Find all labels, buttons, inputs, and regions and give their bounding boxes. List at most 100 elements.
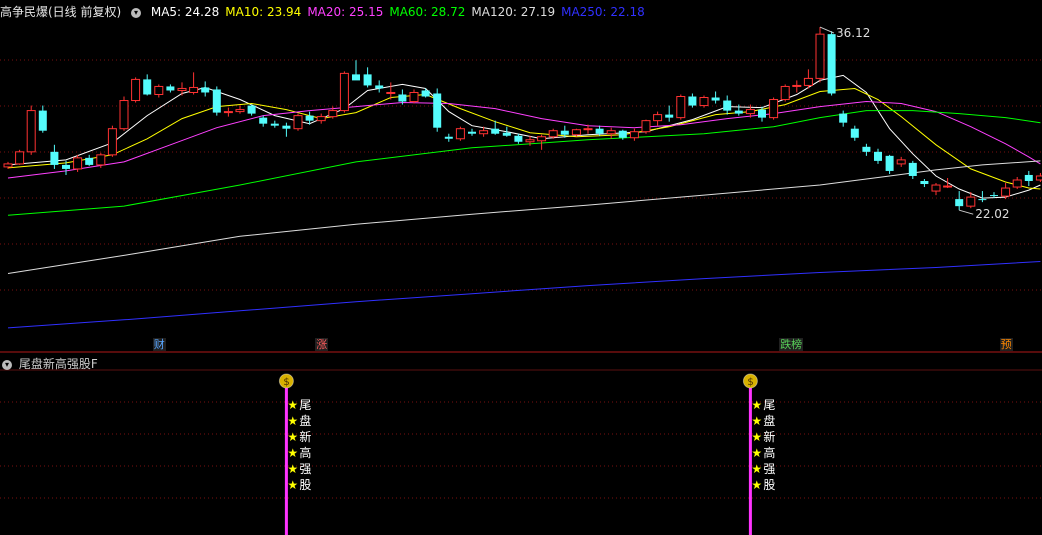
high-price-label: 36.12 <box>836 26 870 40</box>
candle-body <box>595 128 604 134</box>
candle-body <box>978 199 987 201</box>
low-pointer <box>959 209 974 215</box>
candle-body <box>571 129 581 136</box>
candle-body <box>525 139 535 143</box>
candle-body <box>62 164 70 169</box>
star-icon: ★ <box>287 398 298 412</box>
ma-legend-item: MA20: 25.15 <box>307 5 384 19</box>
candle-body <box>433 93 442 128</box>
ma-legend-item: MA60: 28.72 <box>389 5 466 19</box>
indicator-title-bar: ▾ 尾盘新高强股F <box>2 355 98 372</box>
star-icon: ★ <box>287 430 298 444</box>
candle-body <box>270 123 279 126</box>
candle-body <box>548 130 558 138</box>
candle-body <box>154 85 164 95</box>
candle-body <box>745 109 755 115</box>
candle-body <box>920 181 929 185</box>
candle-body <box>166 86 175 91</box>
candle-body <box>293 115 303 130</box>
signal-char: 强 <box>299 462 311 476</box>
candle-body <box>734 110 743 114</box>
money-bag-symbol: $ <box>283 377 289 388</box>
candle-body <box>38 110 47 131</box>
event-tag[interactable]: 跌榜 <box>779 338 804 351</box>
candle-body <box>676 96 686 119</box>
ma-legend-item: MA120: 27.19 <box>471 5 556 19</box>
chevron-down-icon[interactable]: ▾ <box>2 359 12 370</box>
candle-body <box>212 89 221 113</box>
candle-body <box>606 130 616 135</box>
signal-char: 盘 <box>763 413 775 428</box>
candle-body <box>15 151 25 165</box>
star-icon: ★ <box>287 462 298 476</box>
candle-body <box>444 136 453 139</box>
chart-canvas: 36.1222.02 $★ 尾★ 盘★ 新★ 高★ 强★ 股$★ 尾★ 盘★ 新★ 高★ 强★ 股 <box>0 26 1042 535</box>
ma-legend-item: MA250: 22.18 <box>561 5 645 19</box>
signal-char: 新 <box>299 429 311 444</box>
ma-legend-item: MA5: 24.28 <box>150 5 220 19</box>
signal-char: 尾 <box>299 398 311 412</box>
ma-legend: MA5: 24.28 MA10: 23.94 MA20: 25.15 MA60: 28… <box>151 5 651 19</box>
candle-body <box>931 184 941 192</box>
money-bag-symbol: $ <box>747 377 753 388</box>
candle-body <box>143 79 152 95</box>
candle-body <box>282 125 291 129</box>
stock-title: 高争民爆(日线 前复权) <box>0 5 122 19</box>
event-tag[interactable]: 涨 <box>315 338 329 351</box>
signal-char: 强 <box>763 462 775 476</box>
star-icon: ★ <box>751 430 762 444</box>
candle-body <box>537 136 547 142</box>
chevron-down-icon[interactable]: ▾ <box>131 7 142 18</box>
candle-body <box>223 111 233 114</box>
candle-body <box>896 159 906 165</box>
signal-char: 高 <box>299 445 311 460</box>
candle-body <box>792 84 802 87</box>
candle-body <box>502 132 511 136</box>
candle-body <box>73 157 83 170</box>
candle-body <box>955 199 964 207</box>
candle-body <box>665 114 674 118</box>
candle-body <box>839 113 848 123</box>
candle-body <box>363 74 372 86</box>
event-tag[interactable]: 预 <box>999 338 1013 351</box>
candle-body <box>514 135 523 142</box>
candle-body <box>468 131 476 134</box>
candle-body <box>943 185 953 188</box>
candle-body <box>189 86 199 93</box>
signal-char: 盘 <box>299 413 311 428</box>
candle-body <box>1024 174 1033 181</box>
candle-body <box>409 91 419 103</box>
candle-body <box>990 195 998 197</box>
star-icon: ★ <box>751 462 762 476</box>
chart-header: 高争民爆(日线 前复权) ▾ MA5: 24.28 MA10: 23.94 MA20… <box>0 3 657 19</box>
ma-line-ma120 <box>7 160 1041 274</box>
low-price-label: 22.02 <box>975 207 1009 221</box>
candle-body <box>874 151 882 161</box>
candle-body <box>769 99 779 119</box>
candle-body <box>803 77 813 86</box>
candle-body <box>653 114 663 122</box>
candle-body <box>1012 179 1022 188</box>
candle-body <box>421 90 430 97</box>
candle-body <box>259 117 268 124</box>
candle-body <box>699 97 709 107</box>
event-tag[interactable]: 财 <box>152 338 166 351</box>
candle-body <box>711 97 720 101</box>
ma-line-ma10 <box>7 87 1041 190</box>
candle-body <box>50 151 59 165</box>
candle-body <box>305 115 314 121</box>
candle-body <box>560 130 569 135</box>
signal-char: 高 <box>763 445 775 460</box>
signal-char: 股 <box>763 478 775 492</box>
candle-body <box>629 131 639 139</box>
candle-body <box>235 109 245 113</box>
candle-body <box>85 157 94 165</box>
candle-body <box>386 91 396 94</box>
candle-body <box>177 87 187 91</box>
signal-char: 新 <box>763 429 775 444</box>
candle-body <box>119 100 129 130</box>
signal-char: 股 <box>299 478 311 492</box>
candle-body <box>1035 175 1042 181</box>
star-icon: ★ <box>287 478 298 492</box>
candle-body <box>479 130 489 135</box>
